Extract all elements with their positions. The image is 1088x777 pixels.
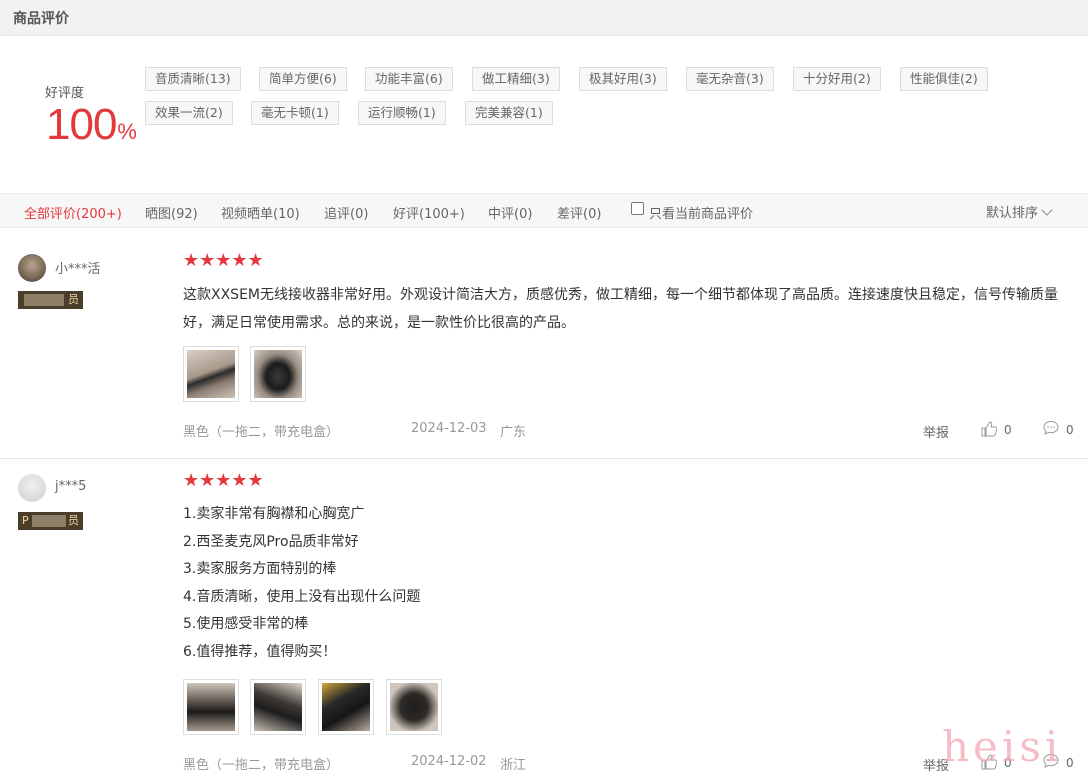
rating-summary: 好评度 100% 音质清晰(13) 简单方便(6) 功能丰富(6) 做工精细(3… <box>0 36 1088 193</box>
review-text: 1.卖家非常有胸襟和心胸宽广 2.西圣麦克风Pro品质非常好 3.卖家服务方面特… <box>183 506 421 660</box>
variant: 黑色（一拖二，带充电盒） <box>183 758 340 773</box>
section-title: 商品评价 <box>13 11 69 27</box>
sort-dropdown[interactable]: 默认排序 <box>986 202 1053 221</box>
only-current-label[interactable]: 只看当前商品评价 <box>649 203 753 222</box>
star-rating: ★★★★★ <box>183 250 264 271</box>
review-photo[interactable] <box>250 679 306 735</box>
tag-chip[interactable]: 毫无卡顿(1) <box>251 101 339 125</box>
section-header: 商品评价 <box>0 0 1088 36</box>
filter-neutral[interactable]: 中评(0) <box>488 203 532 222</box>
review-region: 广东 <box>500 425 527 440</box>
watermark: heisi <box>942 722 1063 771</box>
review-region: 浙江 <box>500 758 527 773</box>
comment-count: 0 <box>1066 423 1074 437</box>
username: j***5 <box>55 479 87 494</box>
tag-chip[interactable]: 运行顺畅(1) <box>358 101 446 125</box>
filter-all[interactable]: 全部评价(200+) <box>24 203 122 222</box>
filter-photos[interactable]: 晒图(92) <box>145 203 198 222</box>
tag-chip[interactable]: 简单方便(6) <box>259 67 347 91</box>
only-current-checkbox[interactable] <box>631 202 644 215</box>
tag-chip[interactable]: 完美兼容(1) <box>465 101 553 125</box>
positive-rate-label: 好评度 <box>45 86 85 101</box>
review-photo[interactable] <box>318 679 374 735</box>
tag-chip[interactable]: 十分好用(2) <box>793 67 881 91</box>
positive-rate-value: 100% <box>46 100 137 149</box>
filter-negative[interactable]: 差评(0) <box>557 203 601 222</box>
avatar[interactable] <box>18 254 46 282</box>
filter-positive[interactable]: 好评(100+) <box>393 203 465 222</box>
filter-followup[interactable]: 追评(0) <box>324 203 368 222</box>
star-rating: ★★★★★ <box>183 470 264 491</box>
review-photo[interactable] <box>386 679 442 735</box>
tag-chip[interactable]: 做工精细(3) <box>472 67 560 91</box>
avatar[interactable] <box>18 474 46 502</box>
tag-chip[interactable]: 音质清晰(13) <box>145 67 241 91</box>
tag-chip[interactable]: 毫无杂音(3) <box>686 67 774 91</box>
review-item: j***5 P员 ★★★★★ 1.卖家非常有胸襟和心胸宽广 2.西圣麦克风Pro… <box>0 459 1088 777</box>
review-photo[interactable] <box>183 346 239 402</box>
tag-chip[interactable]: 性能俱佳(2) <box>900 67 988 91</box>
tag-chip[interactable]: 效果一流(2) <box>145 101 233 125</box>
review-date: 2024-12-03 <box>411 421 487 436</box>
thumbs-up-icon[interactable] <box>981 421 997 437</box>
filter-videos[interactable]: 视频晒单(10) <box>221 203 300 222</box>
tag-chip[interactable]: 极其好用(3) <box>579 67 667 91</box>
review-item: 小***活 员 ★★★★★ 这款XXSEM无线接收器非常好用。外观设计简洁大方，… <box>0 228 1088 458</box>
comment-icon[interactable] <box>1043 420 1059 436</box>
member-badge: 员 <box>18 291 83 309</box>
comment-count: 0 <box>1066 756 1074 770</box>
review-filter-bar: 全部评价(200+) 晒图(92) 视频晒单(10) 追评(0) 好评(100+… <box>0 193 1088 228</box>
like-count: 0 <box>1004 423 1012 437</box>
member-badge: P员 <box>18 512 83 530</box>
review-photo[interactable] <box>250 346 306 402</box>
report-link[interactable]: 举报 <box>923 422 949 441</box>
review-photo[interactable] <box>183 679 239 735</box>
tag-chip[interactable]: 功能丰富(6) <box>365 67 453 91</box>
variant: 黑色（一拖二，带充电盒） <box>183 425 340 440</box>
review-text: 这款XXSEM无线接收器非常好用。外观设计简洁大方，质感优秀，做工精细，每一个细… <box>183 287 1058 331</box>
chevron-down-icon <box>1041 204 1053 216</box>
username: 小***活 <box>55 262 101 277</box>
review-date: 2024-12-02 <box>411 754 487 769</box>
